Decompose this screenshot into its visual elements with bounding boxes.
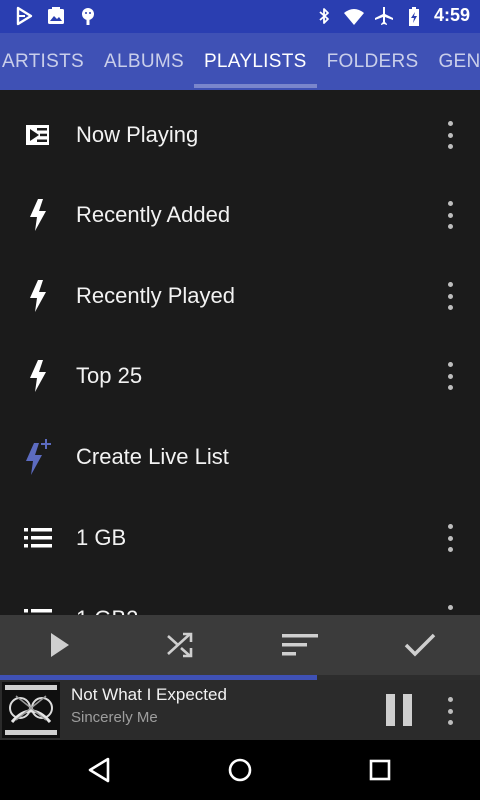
sort-icon xyxy=(282,634,318,656)
pause-icon-bar xyxy=(403,694,412,726)
check-icon xyxy=(404,633,436,657)
playlist-label: Recently Played xyxy=(76,283,235,308)
more-options-icon[interactable] xyxy=(438,201,462,229)
sort-button[interactable] xyxy=(240,615,360,675)
wifi-icon xyxy=(343,8,364,25)
playlist-item-recently-added[interactable]: Recently Added xyxy=(0,175,480,255)
more-options-icon[interactable] xyxy=(443,697,457,725)
now-playing-bar[interactable]: Not What I Expected Sincerely Me xyxy=(0,680,480,740)
shuffle-icon xyxy=(167,632,193,658)
more-options-icon[interactable] xyxy=(438,524,462,552)
recent-apps-icon[interactable] xyxy=(364,754,396,786)
navigation-bar xyxy=(0,740,480,800)
playlist-item-1-gb2[interactable]: 1 GB2 xyxy=(0,579,480,615)
playlist-item-1-gb[interactable]: 1 GB xyxy=(0,498,480,578)
pause-icon xyxy=(386,694,395,726)
battery-charging-icon xyxy=(408,6,419,26)
status-bar: 4:59 xyxy=(0,0,480,33)
lightning-icon xyxy=(22,358,54,394)
more-options-icon[interactable] xyxy=(438,121,462,149)
playlist-item-recently-played[interactable]: Recently Played xyxy=(0,256,480,336)
status-time: 4:59 xyxy=(433,5,470,25)
shuffle-button[interactable] xyxy=(120,615,240,675)
airplane-mode-icon xyxy=(374,6,393,25)
playlist-label: Top 25 xyxy=(76,363,143,388)
track-artist: Sincerely Me xyxy=(71,709,158,726)
tab-artists[interactable]: ARTISTS xyxy=(0,33,94,90)
playlist-item-top-25[interactable]: Top 25 xyxy=(0,336,480,416)
album-art xyxy=(2,682,60,738)
play-icon xyxy=(51,633,69,657)
android-debug-icon xyxy=(82,8,94,25)
tab-playlists[interactable]: PLAYLISTS xyxy=(193,33,317,90)
playlist-label: Now Playing xyxy=(76,122,199,147)
lightning-icon xyxy=(22,197,54,233)
playlist-label: 1 GB xyxy=(76,525,127,550)
pause-button[interactable] xyxy=(384,694,414,726)
back-icon[interactable] xyxy=(84,754,116,786)
bluetooth-icon xyxy=(319,7,329,24)
image-notification-icon xyxy=(48,7,64,24)
more-options-icon[interactable] xyxy=(438,282,462,310)
more-options-icon[interactable] xyxy=(438,362,462,390)
lightning-plus-icon xyxy=(22,439,54,475)
tab-bar: ARTISTS ALBUMS PLAYLISTS FOLDERS GENRES xyxy=(0,33,480,90)
list-icon xyxy=(22,601,54,615)
playlist-label: Create Live List xyxy=(76,444,229,469)
tab-folders[interactable]: FOLDERS xyxy=(317,33,429,90)
more-options-icon[interactable] xyxy=(438,605,462,615)
lightning-icon xyxy=(22,278,54,314)
home-icon[interactable] xyxy=(224,754,256,786)
tab-genres[interactable]: GENRES xyxy=(428,33,480,90)
tab-albums[interactable]: ALBUMS xyxy=(94,33,194,90)
playlist-label: Recently Added xyxy=(76,202,231,227)
select-button[interactable] xyxy=(360,615,480,675)
play-button[interactable] xyxy=(0,615,120,675)
list-icon xyxy=(22,520,54,556)
playlist-item-now-playing[interactable]: Now Playing xyxy=(0,95,480,175)
playlist-list: Now Playing Recently Added Recently Play… xyxy=(0,90,480,615)
queue-music-icon xyxy=(22,117,54,153)
play-store-notification-icon xyxy=(16,6,33,26)
playback-controls xyxy=(0,615,480,675)
track-title: Not What I Expected xyxy=(71,685,227,704)
playlist-item-create-live-list[interactable]: Create Live List xyxy=(0,417,480,497)
playlist-label: 1 GB2 xyxy=(76,579,138,615)
